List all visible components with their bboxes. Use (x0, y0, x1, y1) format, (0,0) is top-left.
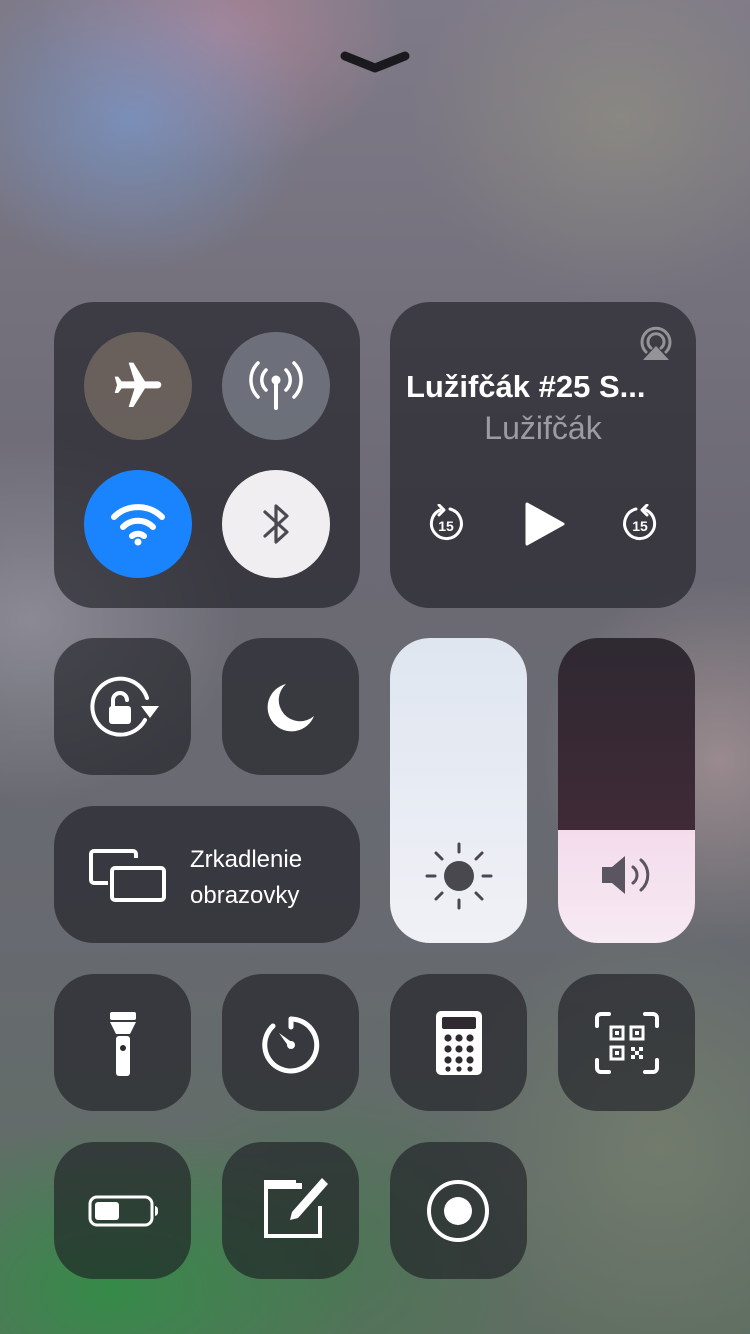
skip-forward-seconds: 15 (632, 517, 648, 534)
flashlight-button[interactable] (54, 974, 191, 1111)
now-playing-title: Lužifčák #25 S... (406, 369, 646, 404)
screen-mirroring-label: Zrkadlenie obrazovky (190, 842, 302, 914)
battery-icon (88, 1195, 159, 1227)
airplay-icon[interactable] (636, 324, 676, 362)
skip-forward-15-button[interactable]: 15 (620, 504, 660, 544)
skip-back-15-button[interactable]: 15 (426, 504, 466, 544)
calculator-icon (436, 1011, 482, 1075)
rotation-lock-icon (90, 676, 159, 737)
now-playing-artist: Lužifčák (484, 410, 602, 446)
speaker-icon (602, 856, 650, 894)
flashlight-icon (110, 1012, 136, 1076)
screen-mirroring-line1: Zrkadlenie (190, 846, 303, 873)
wifi-icon (111, 504, 165, 546)
bluetooth-button[interactable] (222, 470, 330, 578)
volume-slider[interactable] (558, 638, 695, 943)
do-not-disturb-button[interactable] (222, 638, 359, 775)
timer-icon (262, 1016, 320, 1074)
orientation-lock-button[interactable] (54, 638, 191, 775)
qr-scanner-button[interactable] (558, 974, 695, 1111)
bluetooth-icon (263, 504, 289, 544)
calculator-button[interactable] (390, 974, 527, 1111)
antenna-icon (249, 361, 303, 410)
screen-recording-button[interactable] (390, 1142, 527, 1279)
notes-button[interactable] (222, 1142, 359, 1279)
qr-code-icon (595, 1012, 659, 1074)
airplane-mode-button[interactable] (84, 332, 192, 440)
chevron-down-icon[interactable] (339, 48, 411, 78)
low-power-mode-button[interactable] (54, 1142, 191, 1279)
play-button[interactable] (524, 501, 566, 547)
cellular-data-button[interactable] (222, 332, 330, 440)
notes-icon (264, 1178, 328, 1238)
skip-back-seconds: 15 (438, 517, 454, 534)
brightness-slider[interactable] (390, 638, 527, 943)
screen-mirroring-line2: obrazovky (190, 882, 300, 909)
wifi-button[interactable] (84, 470, 192, 578)
screen-mirroring-icon (89, 849, 166, 902)
timer-button[interactable] (222, 974, 359, 1111)
record-icon (427, 1180, 489, 1242)
moon-icon (267, 684, 314, 732)
airplane-icon (114, 362, 162, 407)
sun-icon (425, 842, 493, 910)
